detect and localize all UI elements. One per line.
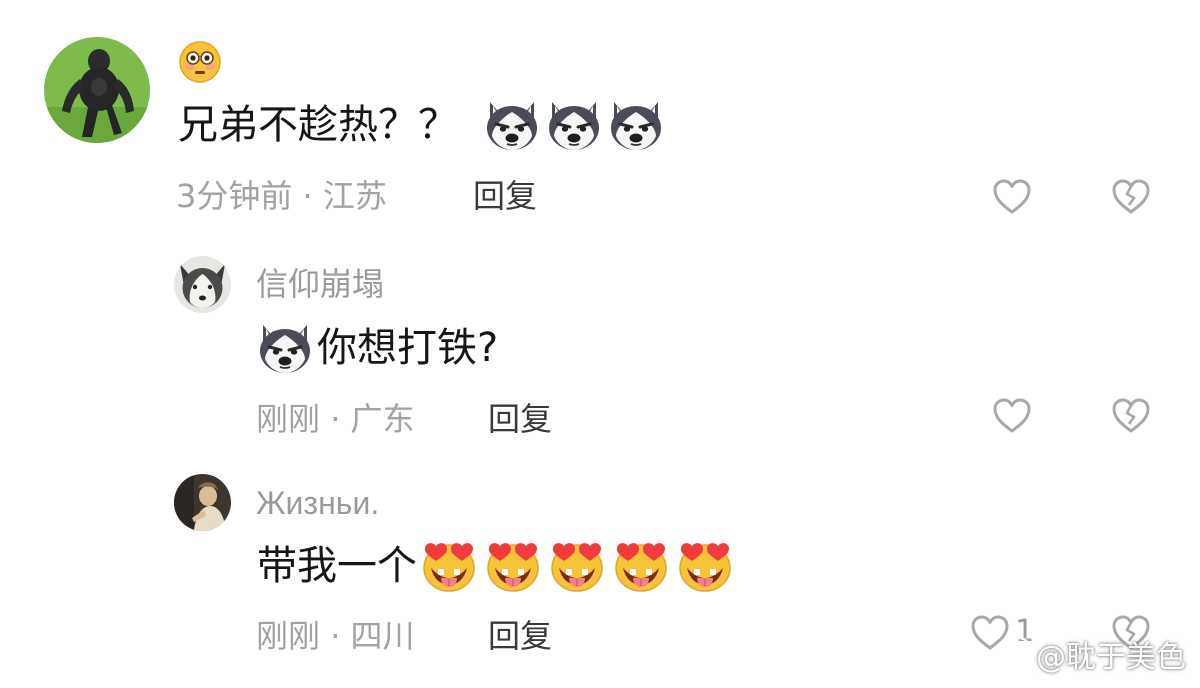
heart-icon [991,177,1033,217]
reply-button[interactable]: 回复 [473,180,537,212]
comment-text-row: 兄弟不趁热？？ [178,102,664,150]
meta-separator: · [302,177,313,215]
dislike-button[interactable] [1110,177,1152,217]
comment-text-row: 带我一个 [257,540,733,592]
avatar-gorilla[interactable] [44,37,150,143]
avatar-husky[interactable] [174,256,231,313]
heart-eyes-tongue-emoji-icon [485,540,541,592]
meta-separator: · [330,400,341,438]
heart-icon [991,396,1033,436]
emote-group [484,98,664,152]
meta-separator: · [330,617,341,655]
flushed-face-icon [178,40,222,84]
husky-emoji-icon [608,98,664,152]
avatar-photo[interactable] [174,474,231,531]
like-button[interactable] [991,396,1033,436]
comment-meta: 3分钟前 · 江苏 [176,180,387,212]
reply-button[interactable]: 回复 [488,403,552,435]
username[interactable]: 信仰崩塌 [256,268,384,300]
husky-emoji-icon [484,98,540,152]
like-button[interactable] [991,177,1033,217]
comment-time: 3分钟前 [176,177,293,215]
weibo-logo-icon [992,634,1032,674]
heart-eyes-tongue-emoji-icon [549,540,605,592]
husky-emoji-icon [257,321,313,375]
comment-location: 江苏 [322,177,387,215]
emote-group [421,540,733,592]
heart-eyes-tongue-emoji-icon [613,540,669,592]
watermark-text: @耽于美色 [1036,640,1186,675]
watermark: @耽于美色 [992,632,1186,676]
reply-button[interactable]: 回复 [488,620,552,652]
comment-text: 你想打铁? [317,325,499,371]
emote-group [257,321,313,375]
heart-eyes-tongue-emoji-icon [677,540,733,592]
username[interactable]: Жизньи. [256,487,379,519]
comment-time: 刚刚 [256,617,321,655]
comment-location: 四川 [350,617,415,655]
comment-text-row: 你想打铁? [257,322,498,374]
comment-meta: 刚刚 · 四川 [256,620,415,652]
comment-text: 兄弟不趁热？？ [178,102,458,148]
comment-location: 广东 [350,400,415,438]
husky-emoji-icon [546,98,602,152]
comment-meta: 刚刚 · 广东 [256,403,415,435]
dislike-button[interactable] [1110,396,1152,436]
heart-eyes-tongue-emoji-icon [421,540,477,592]
comment-text: 带我一个 [257,543,417,589]
broken-heart-icon [1110,177,1152,217]
comment-time: 刚刚 [256,400,321,438]
broken-heart-icon [1110,396,1152,436]
